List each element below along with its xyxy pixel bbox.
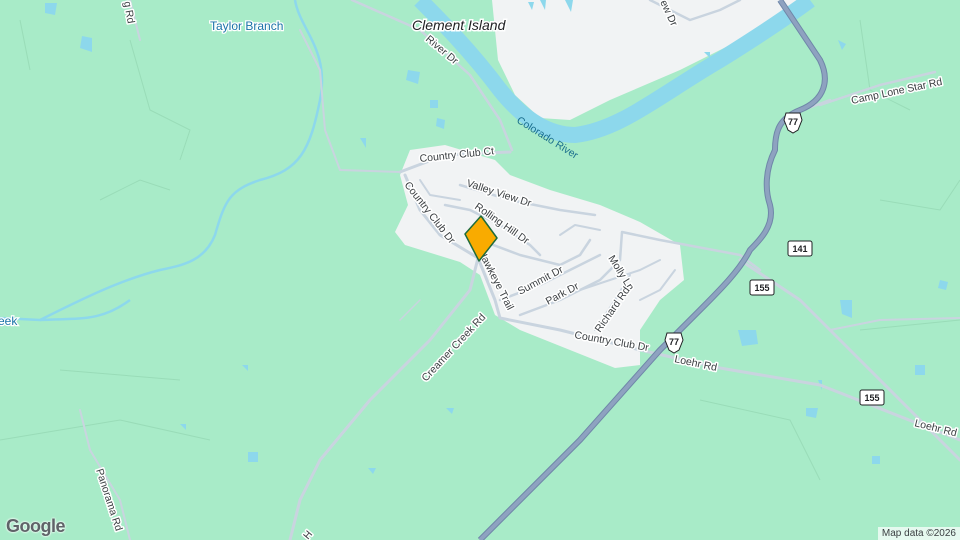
svg-text:155: 155 xyxy=(754,283,769,293)
clement-island-label: Clement Island xyxy=(412,17,507,33)
svg-text:77: 77 xyxy=(788,117,798,127)
map-attribution[interactable]: Map data ©2026 xyxy=(877,527,960,540)
svg-text:141: 141 xyxy=(792,244,807,254)
tx155-shield-a: 155 xyxy=(749,279,775,296)
tx141-shield: 141 xyxy=(787,240,813,257)
creek-partial-label: eek xyxy=(0,314,18,328)
svg-text:155: 155 xyxy=(864,393,879,403)
google-logo[interactable]: Google xyxy=(6,516,66,537)
taylor-branch-label: Taylor Branch xyxy=(210,19,283,33)
svg-text:77: 77 xyxy=(669,337,679,347)
map-canvas[interactable]: Taylor Branch eek Clement Island Colorad… xyxy=(0,0,960,540)
map-svg[interactable]: Taylor Branch eek Clement Island Colorad… xyxy=(0,0,960,540)
tx155-shield-b: 155 xyxy=(859,389,885,406)
